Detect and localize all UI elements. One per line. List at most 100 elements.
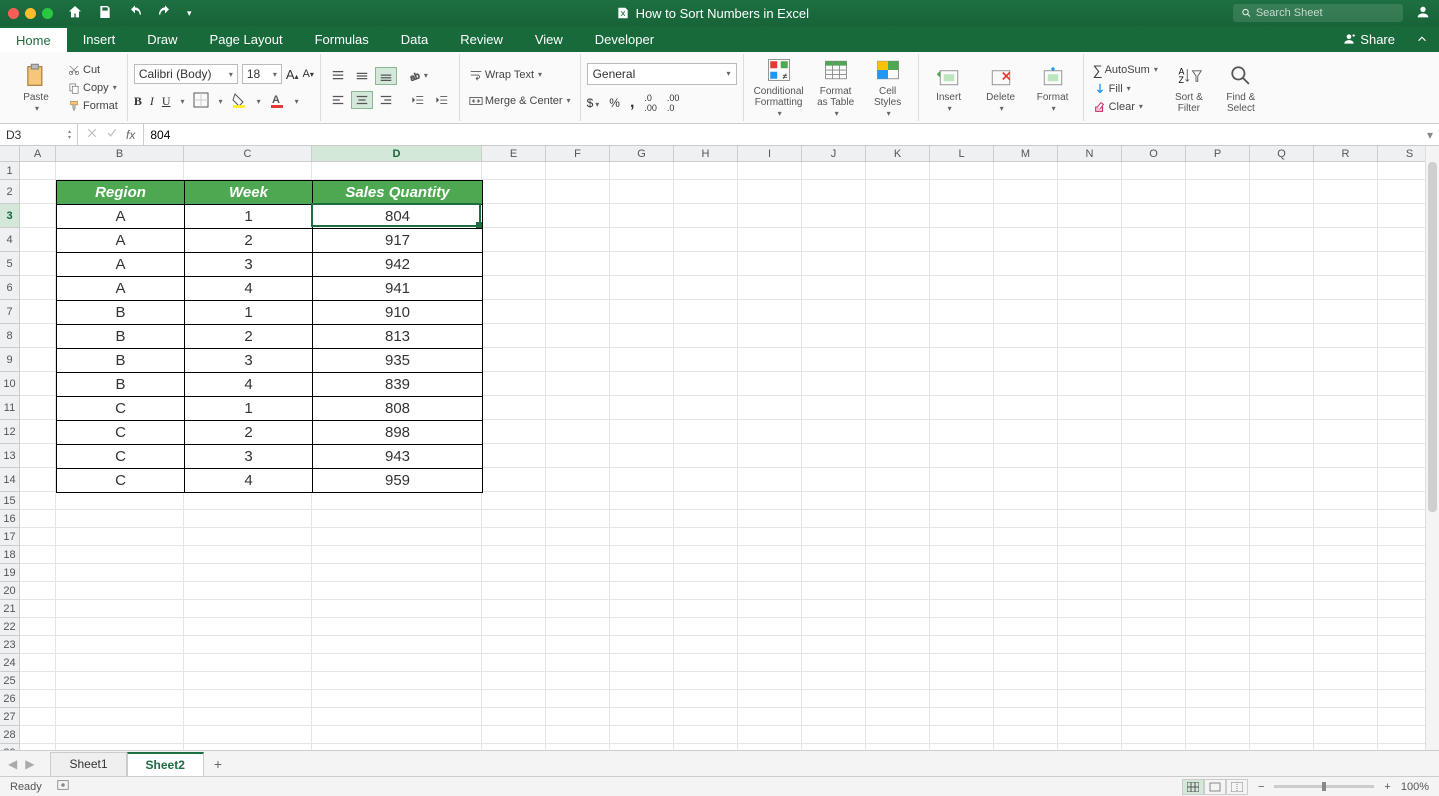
comma-icon[interactable]: , — [630, 94, 634, 112]
copy-button[interactable]: Copy▾ — [64, 80, 121, 96]
format-cells-button[interactable]: Format▾ — [1029, 60, 1077, 116]
row-header-2[interactable]: 2 — [0, 180, 19, 204]
font-size-select[interactable]: 18▾ — [242, 64, 282, 84]
wrap-text-button[interactable]: Wrap Text▾ — [466, 67, 574, 83]
increase-font-icon[interactable]: A▴ — [286, 67, 299, 82]
column-header-Q[interactable]: Q — [1250, 146, 1314, 161]
expand-formula-bar-icon[interactable]: ▾ — [1421, 128, 1439, 142]
row-header-1[interactable]: 1 — [0, 162, 19, 180]
table-row[interactable]: B3935 — [57, 349, 483, 373]
column-header-M[interactable]: M — [994, 146, 1058, 161]
next-sheet-icon[interactable]: ▶ — [25, 757, 34, 771]
tab-formulas[interactable]: Formulas — [299, 26, 385, 52]
row-header-11[interactable]: 11 — [0, 396, 19, 420]
vertical-scrollbar[interactable] — [1425, 146, 1439, 750]
row-header-6[interactable]: 6 — [0, 276, 19, 300]
column-header-E[interactable]: E — [482, 146, 546, 161]
table-row[interactable]: B2813 — [57, 325, 483, 349]
currency-icon[interactable]: $▾ — [587, 96, 600, 110]
autosum-button[interactable]: ∑AutoSum▾ — [1090, 61, 1161, 79]
italic-button[interactable]: I — [150, 94, 154, 109]
tab-draw[interactable]: Draw — [131, 26, 193, 52]
column-header-C[interactable]: C — [184, 146, 312, 161]
row-header-9[interactable]: 9 — [0, 348, 19, 372]
row-header-8[interactable]: 8 — [0, 324, 19, 348]
column-header-R[interactable]: R — [1314, 146, 1378, 161]
column-header-D[interactable]: D — [312, 146, 482, 161]
table-header[interactable]: Region — [57, 181, 185, 205]
bold-button[interactable]: B — [134, 94, 142, 109]
column-header-O[interactable]: O — [1122, 146, 1186, 161]
sheet-tab-sheet1[interactable]: Sheet1 — [50, 752, 126, 776]
table-row[interactable]: A3942 — [57, 253, 483, 277]
cancel-formula-icon[interactable] — [86, 127, 98, 142]
table-header[interactable]: Week — [185, 181, 313, 205]
zoom-slider[interactable] — [1274, 785, 1374, 788]
table-row[interactable]: C3943 — [57, 445, 483, 469]
save-icon[interactable] — [97, 4, 113, 23]
row-header-19[interactable]: 19 — [0, 564, 19, 582]
format-painter-button[interactable]: Format — [64, 98, 121, 114]
add-sheet-button[interactable]: + — [204, 752, 232, 776]
zoom-value[interactable]: 100% — [1401, 781, 1429, 793]
redo-icon[interactable] — [157, 4, 173, 23]
tab-developer[interactable]: Developer — [579, 26, 670, 52]
row-header-25[interactable]: 25 — [0, 672, 19, 690]
clear-button[interactable]: Clear▾ — [1090, 99, 1161, 115]
cut-button[interactable]: Cut — [64, 62, 121, 78]
column-header-K[interactable]: K — [866, 146, 930, 161]
tab-page-layout[interactable]: Page Layout — [194, 26, 299, 52]
increase-decimal-icon[interactable]: .0.00 — [644, 93, 657, 113]
row-header-15[interactable]: 15 — [0, 492, 19, 510]
font-name-select[interactable]: Calibri (Body)▾ — [134, 64, 238, 84]
delete-cells-button[interactable]: Delete▾ — [977, 60, 1025, 116]
row-header-10[interactable]: 10 — [0, 372, 19, 396]
row-header-23[interactable]: 23 — [0, 636, 19, 654]
column-header-G[interactable]: G — [610, 146, 674, 161]
font-color-button[interactable]: A — [269, 92, 285, 111]
table-header[interactable]: Sales Quantity — [313, 181, 483, 205]
page-layout-view-icon[interactable] — [1204, 779, 1226, 795]
select-all-corner[interactable] — [0, 146, 20, 162]
column-header-P[interactable]: P — [1186, 146, 1250, 161]
sort-filter-button[interactable]: AZSort & Filter — [1165, 60, 1213, 116]
row-header-5[interactable]: 5 — [0, 252, 19, 276]
fill-color-button[interactable] — [231, 92, 247, 111]
row-header-18[interactable]: 18 — [0, 546, 19, 564]
column-header-B[interactable]: B — [56, 146, 184, 161]
borders-button[interactable] — [193, 92, 209, 111]
row-header-12[interactable]: 12 — [0, 420, 19, 444]
row-header-27[interactable]: 27 — [0, 708, 19, 726]
cell-styles-button[interactable]: Cell Styles▾ — [864, 54, 912, 121]
close-window[interactable] — [8, 8, 19, 19]
align-left-icon[interactable] — [327, 91, 349, 109]
spreadsheet-grid[interactable]: ABCDEFGHIJKLMNOPQRS 12345678910111213141… — [0, 146, 1439, 750]
tab-view[interactable]: View — [519, 26, 579, 52]
underline-button[interactable]: U — [162, 94, 171, 109]
zoom-window[interactable] — [42, 8, 53, 19]
search-sheet[interactable] — [1233, 4, 1403, 22]
row-header-16[interactable]: 16 — [0, 510, 19, 528]
insert-cells-button[interactable]: Insert▾ — [925, 60, 973, 116]
row-header-26[interactable]: 26 — [0, 690, 19, 708]
column-header-N[interactable]: N — [1058, 146, 1122, 161]
sheet-tab-sheet2[interactable]: Sheet2 — [127, 752, 204, 776]
collapse-ribbon-icon[interactable] — [1405, 26, 1439, 52]
data-table[interactable]: RegionWeekSales QuantityA1804A2917A3942A… — [56, 180, 483, 493]
column-header-J[interactable]: J — [802, 146, 866, 161]
row-header-17[interactable]: 17 — [0, 528, 19, 546]
tab-review[interactable]: Review — [444, 26, 519, 52]
zoom-in-icon[interactable]: + — [1384, 781, 1390, 793]
normal-view-icon[interactable] — [1182, 779, 1204, 795]
align-bottom-icon[interactable] — [375, 67, 397, 85]
increase-indent-icon[interactable] — [431, 91, 453, 109]
table-row[interactable]: A4941 — [57, 277, 483, 301]
align-middle-icon[interactable] — [351, 67, 373, 85]
orientation-icon[interactable]: ab▾ — [407, 67, 429, 85]
macro-record-icon[interactable] — [56, 778, 70, 795]
align-center-icon[interactable] — [351, 91, 373, 109]
fx-icon[interactable]: fx — [126, 128, 135, 142]
row-header-7[interactable]: 7 — [0, 300, 19, 324]
table-row[interactable]: B4839 — [57, 373, 483, 397]
zoom-out-icon[interactable]: − — [1258, 781, 1264, 793]
